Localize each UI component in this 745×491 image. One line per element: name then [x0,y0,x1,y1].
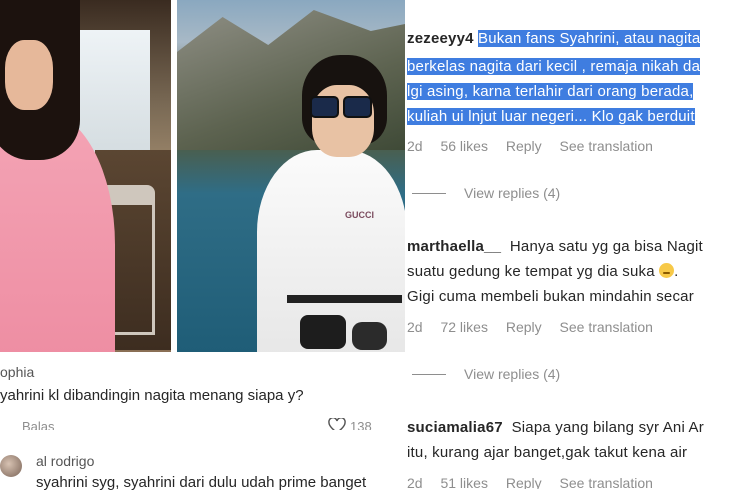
reply-button[interactable]: Reply [506,475,542,489]
photo-woman-on-boat: GUCCI [177,0,405,352]
comment-username[interactable]: al rodrigo [36,453,94,469]
comment-meta: 2d 51 likes Reply See translation [407,475,667,489]
shirt-logo: GUCCI [345,210,374,220]
comment-time: 2d [407,319,423,335]
see-translation-link[interactable]: See translation [560,138,653,154]
divider [0,430,405,442]
comment-line: kuliah ui lnjut luar negeri... Klo gak b… [407,108,695,125]
sunglasses [310,96,376,118]
like-count[interactable]: 56 likes [440,138,487,154]
chanel-belt-bag [300,315,346,349]
comment-username[interactable]: ophia [0,364,34,380]
face [5,40,53,110]
comment-time: 2d [407,475,423,489]
comment-username[interactable]: zezeeyy4 [407,30,474,47]
like-count[interactable]: 51 likes [440,475,487,489]
reply-button[interactable]: Reply [506,138,542,154]
instagram-comments-panel: zezeeyy4 Bukan fans Syahrini, atau nagit… [405,0,745,489]
pearl-bag [352,322,387,350]
comment-item: marthaella__ Hanya satu yg ga bisa Nagit [407,238,703,255]
comment-line: suatu gedung ke tempat yg dia suka . [407,263,679,280]
comment-line: lgi asing, karna terlahir dari orang ber… [407,83,694,100]
comment-item: suciamalia67 Siapa yang bilang syr Ani A… [407,419,704,436]
comment-meta: 2d 56 likes Reply See translation [407,138,667,154]
avatar[interactable] [0,455,22,477]
view-replies-button[interactable]: View replies (4) [464,185,560,201]
comment-line: Hanya satu yg ga bisa Nagit [509,238,703,255]
belt [287,295,402,303]
view-replies-line [412,193,446,194]
see-translation-link[interactable]: See translation [560,475,653,489]
comment-line: Bukan fans Syahrini, atau nagita [478,30,701,47]
comment-text: syahrini syg, syahrini dari dulu udah pr… [36,474,367,491]
comment-line: Siapa yang bilang syr Ani Ar [511,419,704,436]
comment-text: yahrini kl dibandingin nagita menang sia… [0,387,304,404]
comment-line: itu, kurang ajar banget,gak takut kena a… [407,444,688,461]
see-translation-link[interactable]: See translation [560,319,653,335]
comment-meta: 2d 72 likes Reply See translation [407,319,667,335]
reply-button[interactable]: Reply [506,319,542,335]
comment-username[interactable]: suciamalia67 [407,419,503,436]
like-count[interactable]: 72 likes [440,319,487,335]
grimace-emoji-icon [659,263,675,278]
view-replies-line [412,374,446,375]
comment-item: zezeeyy4 Bukan fans Syahrini, atau nagit… [407,30,745,47]
comment-time: 2d [407,138,423,154]
comment-username[interactable]: marthaella__ [407,238,501,255]
comment-line: Gigi cuma membeli bukan mindahin secar [407,288,694,305]
photo-woman-pink-dress [0,0,171,352]
view-replies-button[interactable]: View replies (4) [464,366,560,382]
comment-line: berkelas nagita dari kecil , remaja nika… [407,58,701,75]
